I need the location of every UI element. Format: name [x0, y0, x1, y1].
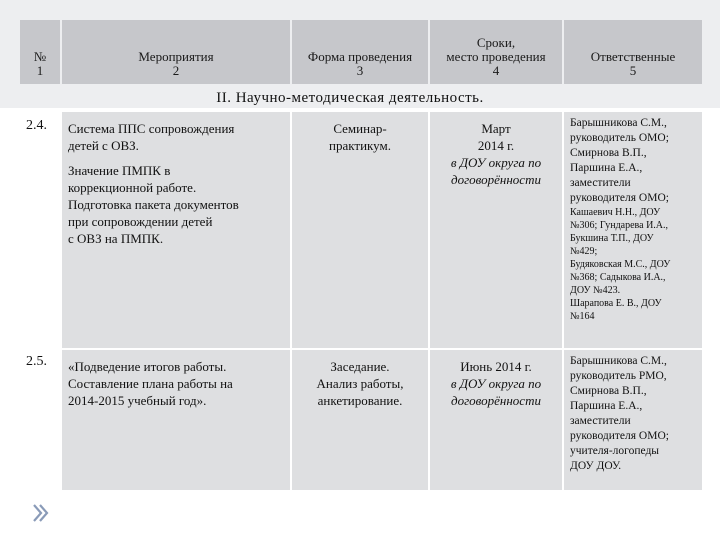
- event-line: Составление плана работы на: [68, 376, 233, 391]
- responsible-line: Шарапова Е. В., ДОУ: [570, 298, 662, 309]
- responsible-line: Будяковская М.С., ДОУ: [570, 259, 671, 270]
- header-col-responsible: Ответственные 5: [564, 20, 702, 84]
- row-number: 2.4.: [26, 118, 47, 133]
- responsible-line: руководителя ОМО;: [570, 430, 669, 442]
- header-title: Форма проведения: [307, 49, 413, 64]
- responsible-line: Паршина Е.А.,: [570, 162, 643, 174]
- event-line: при сопровождении детей: [68, 214, 213, 229]
- left-margin: [0, 108, 62, 540]
- header-col-events: Мероприятия 2: [62, 20, 290, 84]
- date-cell: Март 2014 г. в ДОУ округа по договорённо…: [430, 112, 562, 348]
- event-line: коррекционной работе.: [68, 180, 197, 195]
- responsible-line: руководитель РМО,: [570, 370, 667, 382]
- place-line: в ДОУ округа по: [450, 376, 542, 391]
- place-line: договорённости: [451, 393, 541, 408]
- form-cell: Заседание. Анализ работы, анкетирование.: [292, 350, 428, 490]
- form-line: Анализ работы,: [316, 376, 404, 391]
- responsible-line: Кашаевич Н.Н., ДОУ: [570, 207, 661, 218]
- responsible-line: Смирнова В.П.,: [570, 385, 647, 397]
- header-title: Ответственные: [590, 49, 676, 64]
- responsible-line: ДОУ №423.: [570, 285, 621, 296]
- header-num: 3: [356, 63, 364, 78]
- event-line: Подготовка пакета документов: [68, 197, 239, 212]
- header-title: Мероприятия: [138, 49, 214, 64]
- responsible-line: учителя-логопеды: [570, 445, 660, 457]
- header-title: место проведения: [446, 49, 546, 64]
- header-title: №: [33, 49, 47, 64]
- responsible-line: руководитель ОМО;: [570, 132, 669, 144]
- header-num: 2: [172, 63, 180, 78]
- place-line: в ДОУ округа по: [450, 155, 542, 170]
- header-title: Сроки,: [476, 35, 516, 50]
- date-line: Июнь 2014 г.: [460, 359, 532, 374]
- responsible-line: руководителя ОМО;: [570, 192, 669, 204]
- header-num: 4: [492, 63, 500, 78]
- responsible-cell: Барышникова С.М., руководитель РМО, Смир…: [564, 350, 702, 490]
- event-line: 2014-2015 учебный год».: [68, 393, 207, 408]
- header-col-form: Форма проведения 3: [292, 20, 428, 84]
- header-col-dates: Сроки, место проведения 4: [430, 20, 562, 84]
- responsible-line: Смирнова В.П.,: [570, 147, 647, 159]
- header-num: 1: [36, 63, 44, 78]
- date-line: Март: [481, 121, 511, 136]
- row-number: 2.5.: [26, 354, 47, 369]
- event-line: Значение ПМПК в: [68, 163, 171, 178]
- form-line: практикум.: [329, 138, 391, 153]
- form-line: анкетирование.: [317, 393, 403, 408]
- responsible-line: №429;: [570, 246, 598, 257]
- responsible-line: №306; Гундарева И.А.,: [570, 220, 669, 231]
- responsible-line: Букшина Т.П., ДОУ: [570, 233, 654, 244]
- form-cell: Семинар- практикум.: [292, 112, 428, 348]
- event-line: детей с ОВЗ.: [68, 138, 139, 153]
- header-col-number: № 1: [20, 20, 60, 84]
- responsible-line: №368; Садыкова И.А.,: [570, 272, 666, 283]
- responsible-line: №164: [570, 311, 595, 322]
- section-title: II. Научно-методическая деятельность.: [216, 90, 484, 106]
- responsible-line: заместители: [570, 415, 631, 427]
- responsible-cell: Барышникова С.М., руководитель ОМО; Смир…: [564, 112, 702, 348]
- event-line: с ОВЗ на ПМПК.: [68, 231, 164, 246]
- responsible-line: Барышникова С.М.,: [570, 355, 667, 367]
- responsible-line: ДОУ ДОУ.: [570, 460, 622, 472]
- form-line: Семинар-: [333, 121, 387, 136]
- events-cell: Система ППС сопровождения детей с ОВЗ. З…: [62, 112, 290, 348]
- event-line: Система ППС сопровождения: [68, 121, 235, 136]
- responsible-line: Паршина Е.А.,: [570, 400, 643, 412]
- double-chevron-right-icon[interactable]: [32, 502, 50, 524]
- date-line: 2014 г.: [477, 138, 515, 153]
- place-line: договорённости: [451, 172, 541, 187]
- responsible-line: заместители: [570, 177, 631, 189]
- event-line: «Подведение итогов работы.: [68, 359, 227, 374]
- date-cell: Июнь 2014 г. в ДОУ округа по договорённо…: [430, 350, 562, 490]
- events-cell: «Подведение итогов работы. Составление п…: [62, 350, 290, 490]
- responsible-line: Барышникова С.М.,: [570, 117, 667, 129]
- header-num: 5: [629, 63, 637, 78]
- form-line: Заседание.: [330, 359, 390, 374]
